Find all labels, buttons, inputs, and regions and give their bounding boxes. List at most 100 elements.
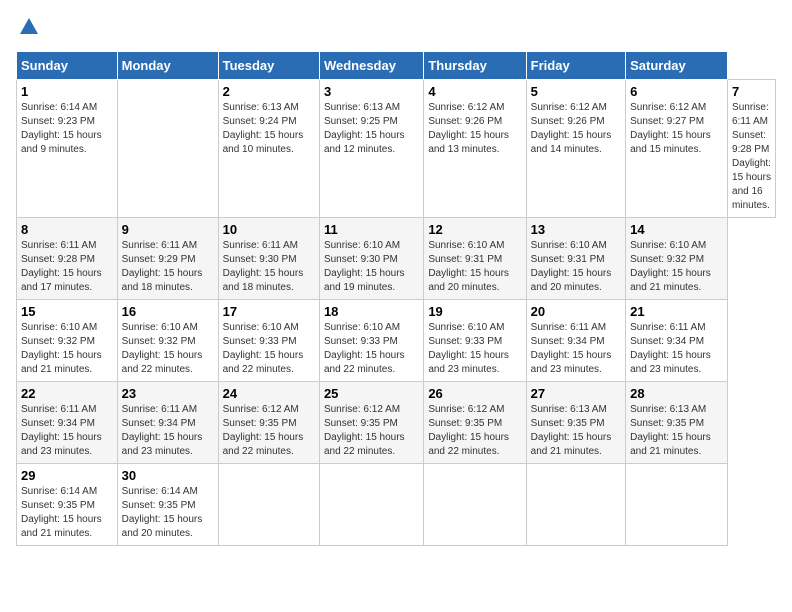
calendar-cell: 12 Sunrise: 6:10 AMSunset: 9:31 PMDaylig… [424,218,526,300]
calendar-cell: 19 Sunrise: 6:10 AMSunset: 9:33 PMDaylig… [424,300,526,382]
day-number: 18 [324,304,419,319]
calendar-cell: 11 Sunrise: 6:10 AMSunset: 9:30 PMDaylig… [319,218,423,300]
header-saturday: Saturday [626,52,728,80]
day-number: 2 [223,84,315,99]
calendar-cell: 30 Sunrise: 6:14 AMSunset: 9:35 PMDaylig… [117,464,218,546]
day-info: Sunrise: 6:12 AMSunset: 9:27 PMDaylight:… [630,102,711,155]
day-info: Sunrise: 6:11 AMSunset: 9:29 PMDaylight:… [122,240,203,293]
calendar-cell: 22 Sunrise: 6:11 AMSunset: 9:34 PMDaylig… [17,382,118,464]
day-info: Sunrise: 6:14 AMSunset: 9:23 PMDaylight:… [21,102,102,155]
day-info: Sunrise: 6:11 AMSunset: 9:34 PMDaylight:… [630,322,711,375]
day-number: 28 [630,386,723,401]
day-info: Sunrise: 6:12 AMSunset: 9:35 PMDaylight:… [428,404,509,457]
calendar-header-row: SundayMondayTuesdayWednesdayThursdayFrid… [17,52,776,80]
day-info: Sunrise: 6:12 AMSunset: 9:26 PMDaylight:… [428,102,509,155]
day-info: Sunrise: 6:10 AMSunset: 9:33 PMDaylight:… [324,322,405,375]
day-number: 22 [21,386,113,401]
header-monday: Monday [117,52,218,80]
day-number: 14 [630,222,723,237]
logo-text [16,16,40,43]
day-info: Sunrise: 6:11 AMSunset: 9:28 PMDaylight:… [732,102,771,211]
day-number: 12 [428,222,521,237]
calendar-cell [526,464,625,546]
day-info: Sunrise: 6:11 AMSunset: 9:34 PMDaylight:… [531,322,612,375]
calendar-cell [319,464,423,546]
day-info: Sunrise: 6:12 AMSunset: 9:26 PMDaylight:… [531,102,612,155]
day-number: 7 [732,84,771,99]
header-sunday: Sunday [17,52,118,80]
day-number: 13 [531,222,621,237]
calendar-cell: 21 Sunrise: 6:11 AMSunset: 9:34 PMDaylig… [626,300,728,382]
calendar-cell: 8 Sunrise: 6:11 AMSunset: 9:28 PMDayligh… [17,218,118,300]
day-info: Sunrise: 6:13 AMSunset: 9:35 PMDaylight:… [630,404,711,457]
calendar-row: 8 Sunrise: 6:11 AMSunset: 9:28 PMDayligh… [17,218,776,300]
day-info: Sunrise: 6:11 AMSunset: 9:30 PMDaylight:… [223,240,304,293]
day-number: 29 [21,468,113,483]
day-number: 23 [122,386,214,401]
calendar-cell: 29 Sunrise: 6:14 AMSunset: 9:35 PMDaylig… [17,464,118,546]
calendar-cell: 2 Sunrise: 6:13 AMSunset: 9:24 PMDayligh… [218,80,319,218]
day-number: 5 [531,84,621,99]
day-info: Sunrise: 6:12 AMSunset: 9:35 PMDaylight:… [223,404,304,457]
day-info: Sunrise: 6:11 AMSunset: 9:28 PMDaylight:… [21,240,102,293]
calendar-cell: 9 Sunrise: 6:11 AMSunset: 9:29 PMDayligh… [117,218,218,300]
day-number: 21 [630,304,723,319]
day-info: Sunrise: 6:13 AMSunset: 9:35 PMDaylight:… [531,404,612,457]
day-number: 10 [223,222,315,237]
calendar-cell: 16 Sunrise: 6:10 AMSunset: 9:32 PMDaylig… [117,300,218,382]
calendar-cell: 1 Sunrise: 6:14 AMSunset: 9:23 PMDaylight… [17,80,118,218]
calendar-cell: 14 Sunrise: 6:10 AMSunset: 9:32 PMDaylig… [626,218,728,300]
calendar-cell: 5 Sunrise: 6:12 AMSunset: 9:26 PMDayligh… [526,80,625,218]
calendar-cell [218,464,319,546]
calendar-cell [117,80,218,218]
calendar-cell: 3 Sunrise: 6:13 AMSunset: 9:25 PMDayligh… [319,80,423,218]
logo-icon [18,16,40,38]
calendar-cell: 18 Sunrise: 6:10 AMSunset: 9:33 PMDaylig… [319,300,423,382]
calendar-cell [424,464,526,546]
calendar-cell: 23 Sunrise: 6:11 AMSunset: 9:34 PMDaylig… [117,382,218,464]
day-number: 9 [122,222,214,237]
day-info: Sunrise: 6:12 AMSunset: 9:35 PMDaylight:… [324,404,405,457]
calendar-cell: 17 Sunrise: 6:10 AMSunset: 9:33 PMDaylig… [218,300,319,382]
day-info: Sunrise: 6:10 AMSunset: 9:31 PMDaylight:… [531,240,612,293]
header [16,16,776,43]
day-info: Sunrise: 6:10 AMSunset: 9:31 PMDaylight:… [428,240,509,293]
calendar-cell: 28 Sunrise: 6:13 AMSunset: 9:35 PMDaylig… [626,382,728,464]
day-info: Sunrise: 6:14 AMSunset: 9:35 PMDaylight:… [122,486,203,539]
calendar-cell: 4 Sunrise: 6:12 AMSunset: 9:26 PMDayligh… [424,80,526,218]
day-number: 17 [223,304,315,319]
day-number: 24 [223,386,315,401]
day-info: Sunrise: 6:10 AMSunset: 9:30 PMDaylight:… [324,240,405,293]
header-wednesday: Wednesday [319,52,423,80]
calendar-cell: 25 Sunrise: 6:12 AMSunset: 9:35 PMDaylig… [319,382,423,464]
day-number: 3 [324,84,419,99]
day-info: Sunrise: 6:10 AMSunset: 9:33 PMDaylight:… [223,322,304,375]
day-number: 1 [21,84,113,99]
day-info: Sunrise: 6:11 AMSunset: 9:34 PMDaylight:… [122,404,203,457]
header-tuesday: Tuesday [218,52,319,80]
calendar-table: SundayMondayTuesdayWednesdayThursdayFrid… [16,51,776,546]
day-info: Sunrise: 6:13 AMSunset: 9:24 PMDaylight:… [223,102,304,155]
calendar-cell: 7 Sunrise: 6:11 AMSunset: 9:28 PMDayligh… [728,80,776,218]
day-info: Sunrise: 6:10 AMSunset: 9:33 PMDaylight:… [428,322,509,375]
day-number: 15 [21,304,113,319]
day-number: 26 [428,386,521,401]
calendar-row: 29 Sunrise: 6:14 AMSunset: 9:35 PMDaylig… [17,464,776,546]
day-info: Sunrise: 6:10 AMSunset: 9:32 PMDaylight:… [21,322,102,375]
calendar-row: 22 Sunrise: 6:11 AMSunset: 9:34 PMDaylig… [17,382,776,464]
day-info: Sunrise: 6:10 AMSunset: 9:32 PMDaylight:… [122,322,203,375]
day-number: 4 [428,84,521,99]
calendar-cell: 24 Sunrise: 6:12 AMSunset: 9:35 PMDaylig… [218,382,319,464]
day-number: 19 [428,304,521,319]
day-number: 6 [630,84,723,99]
calendar-row: 15 Sunrise: 6:10 AMSunset: 9:32 PMDaylig… [17,300,776,382]
day-info: Sunrise: 6:11 AMSunset: 9:34 PMDaylight:… [21,404,102,457]
calendar-cell: 20 Sunrise: 6:11 AMSunset: 9:34 PMDaylig… [526,300,625,382]
day-info: Sunrise: 6:13 AMSunset: 9:25 PMDaylight:… [324,102,405,155]
header-thursday: Thursday [424,52,526,80]
calendar-row: 1 Sunrise: 6:14 AMSunset: 9:23 PMDaylight… [17,80,776,218]
day-number: 30 [122,468,214,483]
header-friday: Friday [526,52,625,80]
day-number: 11 [324,222,419,237]
logo [16,16,40,43]
